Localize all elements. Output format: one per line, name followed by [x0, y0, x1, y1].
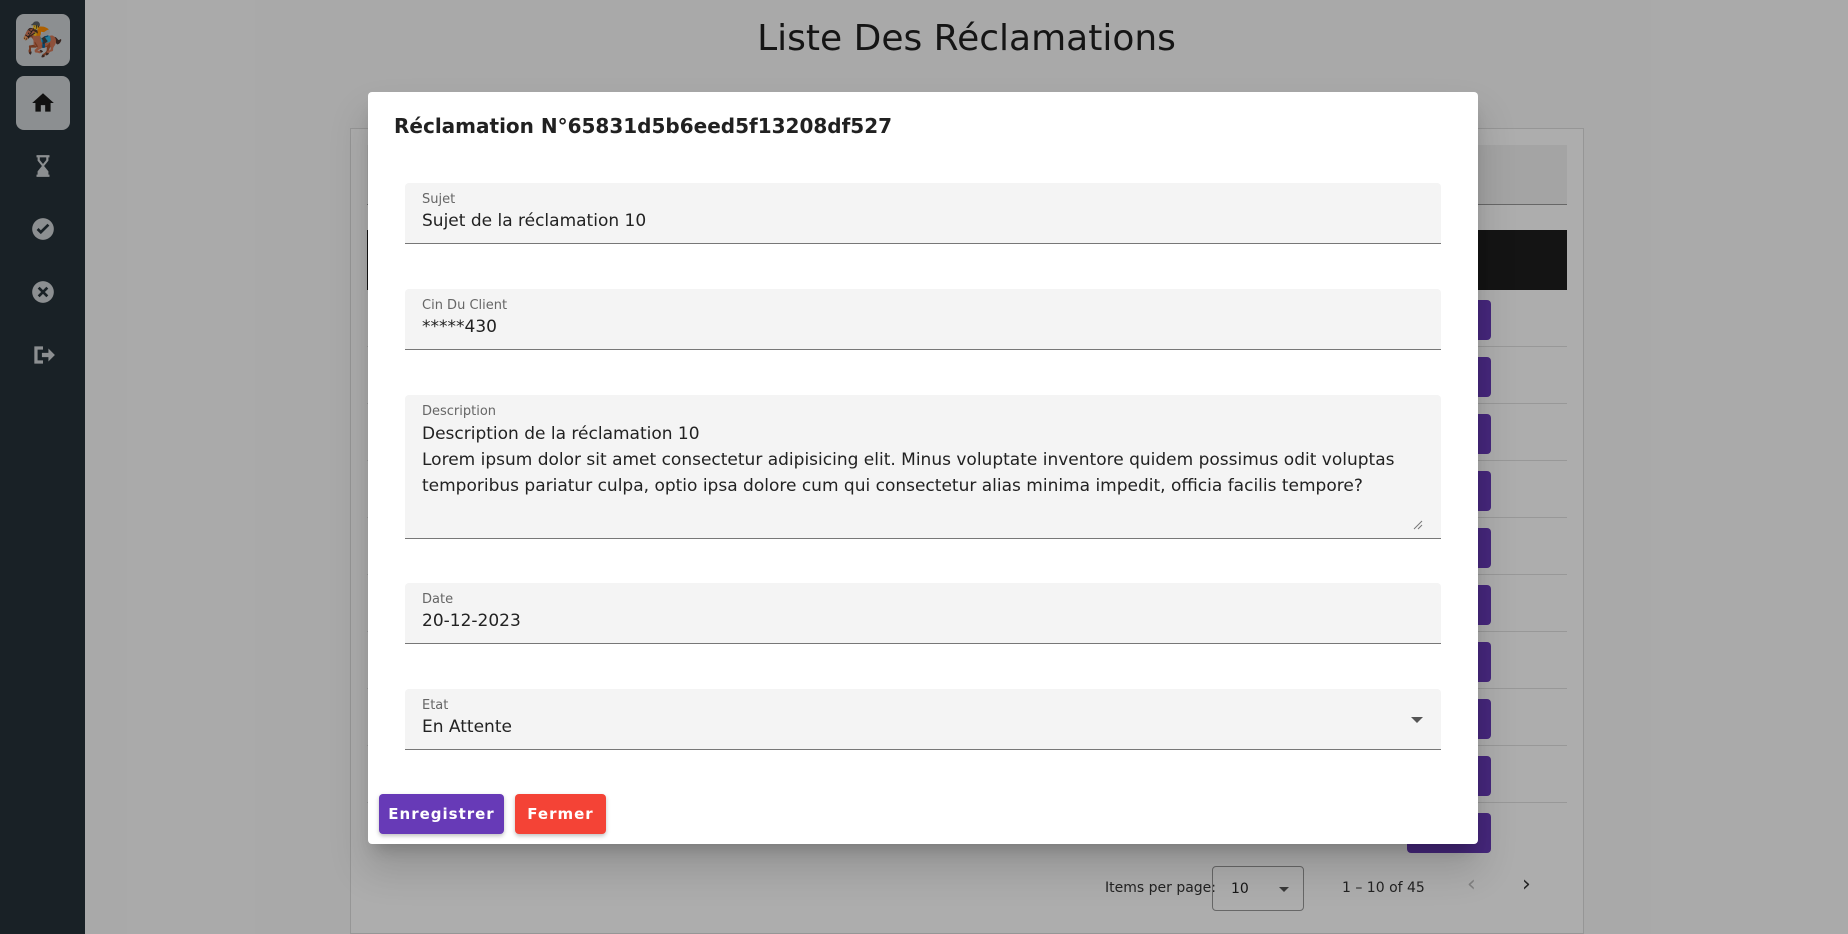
- date-field[interactable]: Date 20-12-2023: [405, 583, 1441, 644]
- resize-handle-icon[interactable]: [1413, 520, 1423, 530]
- subject-label: Sujet: [422, 192, 456, 207]
- description-field[interactable]: Description Description de la réclamatio…: [405, 395, 1441, 539]
- chevron-down-icon: [1411, 717, 1423, 723]
- subject-field[interactable]: Sujet Sujet de la réclamation 10: [405, 183, 1441, 244]
- status-label: Etat: [422, 698, 449, 713]
- cin-input[interactable]: *****430: [422, 317, 497, 337]
- close-button[interactable]: Fermer: [515, 794, 606, 834]
- status-select[interactable]: Etat En Attente: [405, 689, 1441, 750]
- dialog-title: Réclamation N°65831d5b6eed5f13208df527: [394, 114, 893, 138]
- description-label: Description: [422, 404, 497, 419]
- cin-label: Cin Du Client: [422, 298, 508, 313]
- date-label: Date: [422, 592, 454, 607]
- reclamation-dialog: Réclamation N°65831d5b6eed5f13208df527 S…: [368, 92, 1478, 844]
- save-button[interactable]: Enregistrer: [379, 794, 504, 834]
- date-input[interactable]: 20-12-2023: [422, 611, 521, 631]
- subject-input[interactable]: Sujet de la réclamation 10: [422, 211, 646, 231]
- cin-field[interactable]: Cin Du Client *****430: [405, 289, 1441, 350]
- status-value: En Attente: [422, 717, 512, 737]
- description-textarea[interactable]: Description de la réclamation 10 Lorem i…: [422, 421, 1411, 499]
